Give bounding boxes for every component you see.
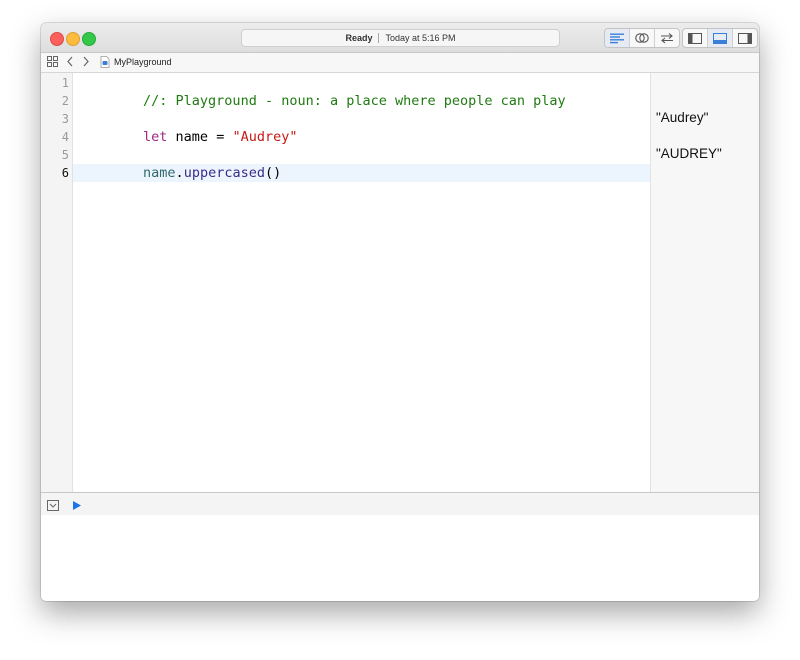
code-line-5[interactable]: name.uppercased() (78, 146, 281, 181)
activity-viewer: Ready Today at 5:16 PM (241, 29, 560, 47)
assistant-editor-button[interactable] (630, 29, 655, 47)
minimize-window-button[interactable] (66, 32, 80, 46)
line-number: 3 (61, 112, 69, 126)
breadcrumb-file[interactable]: MyPlayground (100, 56, 172, 68)
activity-separator (378, 33, 380, 43)
code-line-1[interactable]: //: Playground - noun: a place where peo… (78, 74, 566, 109)
playground-file-icon (100, 56, 110, 68)
assistant-editor-icon (635, 33, 649, 43)
dot-token: . (175, 165, 184, 181)
result-line-3[interactable]: "Audrey" (656, 109, 708, 127)
toggle-utilities-button[interactable] (733, 29, 757, 47)
line-number: 1 (61, 76, 69, 90)
chevron-right-icon (83, 56, 89, 67)
standard-editor-button[interactable] (605, 29, 630, 47)
debug-bar (41, 492, 759, 516)
result-line-5[interactable]: "AUDREY" (656, 145, 722, 163)
jump-bar: MyPlayground (41, 53, 759, 73)
related-items-button[interactable] (47, 56, 58, 67)
comment-token: //: Playground - noun: a place where peo… (143, 93, 566, 109)
utilities-panel-icon (738, 32, 752, 44)
zoom-window-button[interactable] (82, 32, 96, 46)
breadcrumb-file-name: MyPlayground (114, 57, 172, 67)
chevron-left-icon (67, 56, 73, 67)
code-editor[interactable]: 1 2 3 4 5 6 //: Playground - noun: a pla… (41, 73, 759, 492)
standard-editor-icon (610, 33, 624, 43)
plain-token: name = (167, 129, 233, 145)
line-number: 5 (61, 148, 69, 162)
console-output[interactable] (41, 515, 759, 601)
activity-status: Ready (345, 33, 373, 43)
toggle-debug-area-button[interactable] (708, 29, 733, 47)
hide-debug-area-icon (47, 500, 59, 511)
version-editor-button[interactable] (655, 29, 679, 47)
playground-window: Ready Today at 5:16 PM MyPlayground 1 2 … (41, 23, 759, 601)
editor-mode-group (604, 28, 680, 48)
run-playground-button[interactable] (72, 498, 82, 516)
view-toggle-group (682, 28, 758, 48)
navigator-panel-icon (688, 32, 702, 44)
play-icon (73, 501, 81, 510)
line-number-gutter: 1 2 3 4 5 6 (41, 73, 73, 492)
code-line-3[interactable]: let name = "Audrey" (78, 110, 297, 145)
line-number: 2 (61, 94, 69, 108)
method-token: uppercased (183, 165, 265, 181)
go-forward-button[interactable] (82, 56, 90, 67)
hide-debug-area-button[interactable] (47, 498, 59, 516)
grid-icon (47, 56, 58, 67)
activity-time: Today at 5:16 PM (385, 33, 456, 43)
title-bar: Ready Today at 5:16 PM (41, 23, 759, 53)
go-back-button[interactable] (66, 56, 74, 67)
debug-area-panel-icon (713, 32, 727, 44)
line-number: 4 (61, 130, 69, 144)
toggle-navigator-button[interactable] (683, 29, 708, 47)
identifier-token: name (143, 165, 176, 181)
results-sidebar: "Audrey" "AUDREY" (650, 73, 759, 492)
keyword-token: let (143, 129, 168, 145)
close-window-button[interactable] (50, 32, 64, 46)
parens-token: () (264, 165, 282, 181)
version-editor-icon (661, 33, 673, 44)
current-line-number: 6 (61, 166, 69, 180)
string-token: "Audrey" (232, 129, 298, 145)
